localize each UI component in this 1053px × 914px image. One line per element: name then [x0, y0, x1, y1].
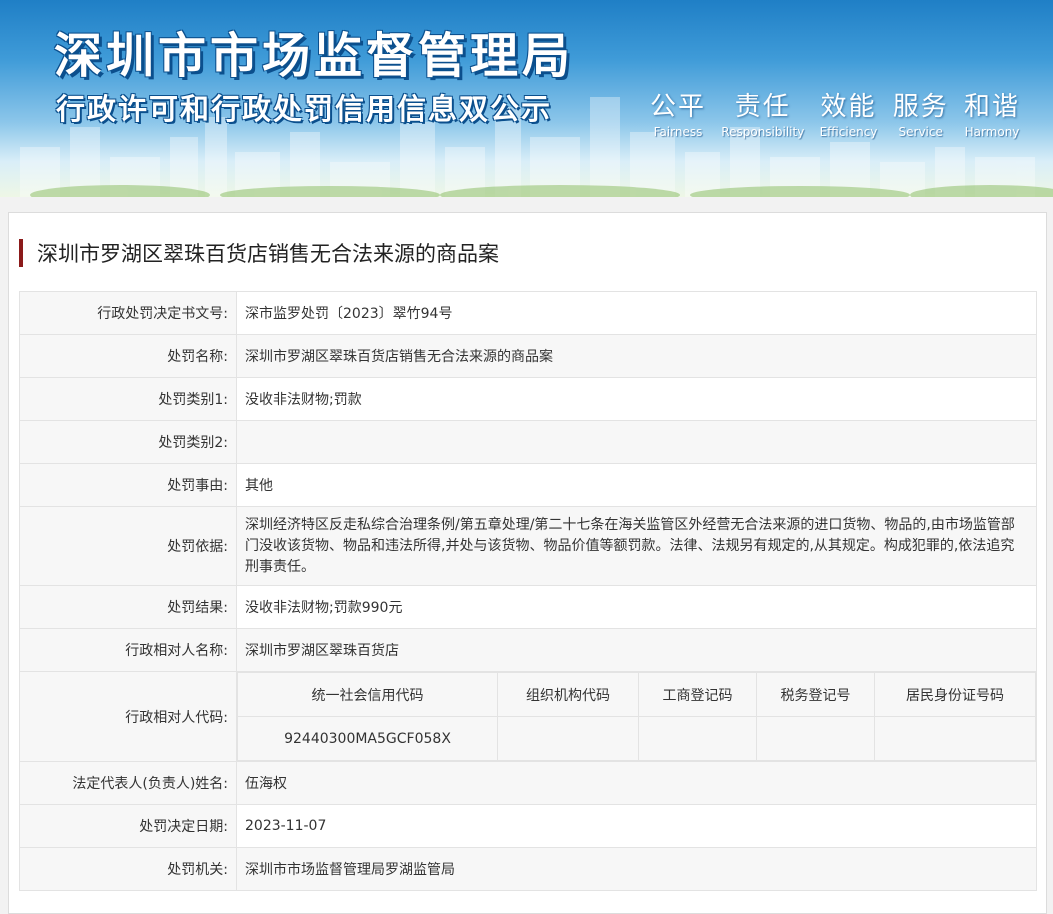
party-codes-cell: 统一社会信用代码 组织机构代码 工商登记码 税务登记号 居民身份证号码 9244… [236, 671, 1037, 762]
field-value-doc-no: 深市监罗处罚〔2023〕翠竹94号 [236, 291, 1037, 335]
header-banner: 深圳市市场监督管理局 行政许可和行政处罚信用信息双公示 公平 Fairness … [0, 0, 1053, 197]
table-row: 处罚类别1: 没收非法财物;罚款 [19, 377, 1037, 421]
core-values: 公平 Fairness 责任 Responsibility 效能 Efficie… [650, 92, 1020, 140]
field-value-decision-date: 2023-11-07 [236, 804, 1037, 848]
table-row: 处罚决定日期: 2023-11-07 [19, 804, 1037, 848]
value-en: Responsibility [721, 125, 805, 139]
column-header: 工商登记码 [638, 672, 757, 717]
table-row: 处罚依据: 深圳经济特区反走私综合治理条例/第五章处理/第二十七条在海关监管区外… [19, 506, 1037, 586]
field-value-result: 没收非法财物;罚款990元 [236, 585, 1037, 629]
value-efficiency: 效能 Efficiency [820, 92, 878, 140]
field-label: 处罚决定日期: [19, 804, 237, 848]
table-row: 处罚事由: 其他 [19, 463, 1037, 507]
field-value-basis: 深圳经济特区反走私综合治理条例/第五章处理/第二十七条在海关监管区外经营无合法来… [236, 506, 1037, 586]
id-card-value [874, 716, 1036, 761]
table-row: 处罚名称: 深圳市罗湖区翠珠百货店销售无合法来源的商品案 [19, 334, 1037, 378]
site-subtitle: 行政许可和行政处罚信用信息双公示 [56, 92, 553, 126]
codes-header-row: 统一社会信用代码 组织机构代码 工商登记码 税务登记号 居民身份证号码 [237, 672, 1036, 717]
value-en: Harmony [964, 125, 1020, 139]
value-service: 服务 Service [893, 92, 949, 140]
field-label: 处罚名称: [19, 334, 237, 378]
case-title: 深圳市罗湖区翠珠百货店销售无合法来源的商品案 [37, 242, 499, 266]
field-label: 法定代表人(负责人)姓名: [19, 761, 237, 805]
column-header: 组织机构代码 [497, 672, 639, 717]
field-label: 处罚事由: [19, 463, 237, 507]
field-label: 行政相对人名称: [19, 628, 237, 672]
field-label: 行政处罚决定书文号: [19, 291, 237, 335]
penalty-info-table: 行政处罚决定书文号: 深市监罗处罚〔2023〕翠竹94号 处罚名称: 深圳市罗湖… [19, 291, 1037, 891]
table-row: 处罚结果: 没收非法财物;罚款990元 [19, 585, 1037, 629]
value-harmony: 和谐 Harmony [964, 92, 1020, 140]
business-reg-value [638, 716, 757, 761]
credit-code-value: 92440300MA5GCF058X [237, 716, 498, 761]
column-header: 税务登记号 [756, 672, 875, 717]
table-row: 处罚类别2: [19, 420, 1037, 464]
value-cn: 服务 [892, 92, 949, 122]
value-cn: 责任 [734, 92, 791, 122]
value-en: Fairness [653, 125, 703, 139]
field-value-reason: 其他 [236, 463, 1037, 507]
field-value-category-1: 没收非法财物;罚款 [236, 377, 1037, 421]
party-codes-table: 统一社会信用代码 组织机构代码 工商登记码 税务登记号 居民身份证号码 9244… [237, 672, 1036, 761]
field-label: 处罚机关: [19, 847, 237, 891]
field-label: 处罚类别1: [19, 377, 237, 421]
value-cn: 效能 [820, 92, 877, 122]
value-en: Efficiency [819, 125, 878, 139]
tax-reg-value [756, 716, 875, 761]
field-value-authority: 深圳市市场监督管理局罗湖监管局 [236, 847, 1037, 891]
column-header: 统一社会信用代码 [237, 672, 498, 717]
field-label: 处罚类别2: [19, 420, 237, 464]
heading-accent-bar [19, 239, 23, 267]
value-fairness: 公平 Fairness [650, 92, 706, 140]
column-header: 居民身份证号码 [874, 672, 1036, 717]
value-responsibility: 责任 Responsibility [721, 92, 804, 140]
agency-title: 深圳市市场监督管理局 [54, 28, 575, 84]
value-en: Service [898, 125, 943, 139]
value-cn: 公平 [650, 92, 707, 122]
field-value-category-2 [236, 420, 1037, 464]
field-value-name: 深圳市罗湖区翠珠百货店销售无合法来源的商品案 [236, 334, 1037, 378]
case-heading: 深圳市罗湖区翠珠百货店销售无合法来源的商品案 [19, 239, 499, 267]
table-row: 法定代表人(负责人)姓名: 伍海权 [19, 761, 1037, 805]
field-value-representative: 伍海权 [236, 761, 1037, 805]
codes-value-row: 92440300MA5GCF058X [237, 716, 1036, 761]
table-row: 处罚机关: 深圳市市场监督管理局罗湖监管局 [19, 847, 1037, 891]
value-cn: 和谐 [963, 92, 1020, 122]
case-detail-panel: 深圳市罗湖区翠珠百货店销售无合法来源的商品案 行政处罚决定书文号: 深市监罗处罚… [8, 212, 1047, 914]
field-value-party-name: 深圳市罗湖区翠珠百货店 [236, 628, 1037, 672]
table-row: 行政相对人代码: 统一社会信用代码 组织机构代码 工商登记码 税务登记号 居民身… [19, 671, 1037, 762]
table-row: 行政处罚决定书文号: 深市监罗处罚〔2023〕翠竹94号 [19, 291, 1037, 335]
field-label: 处罚依据: [19, 506, 237, 586]
field-label: 处罚结果: [19, 585, 237, 629]
table-row: 行政相对人名称: 深圳市罗湖区翠珠百货店 [19, 628, 1037, 672]
org-code-value [497, 716, 639, 761]
field-label: 行政相对人代码: [19, 671, 237, 762]
